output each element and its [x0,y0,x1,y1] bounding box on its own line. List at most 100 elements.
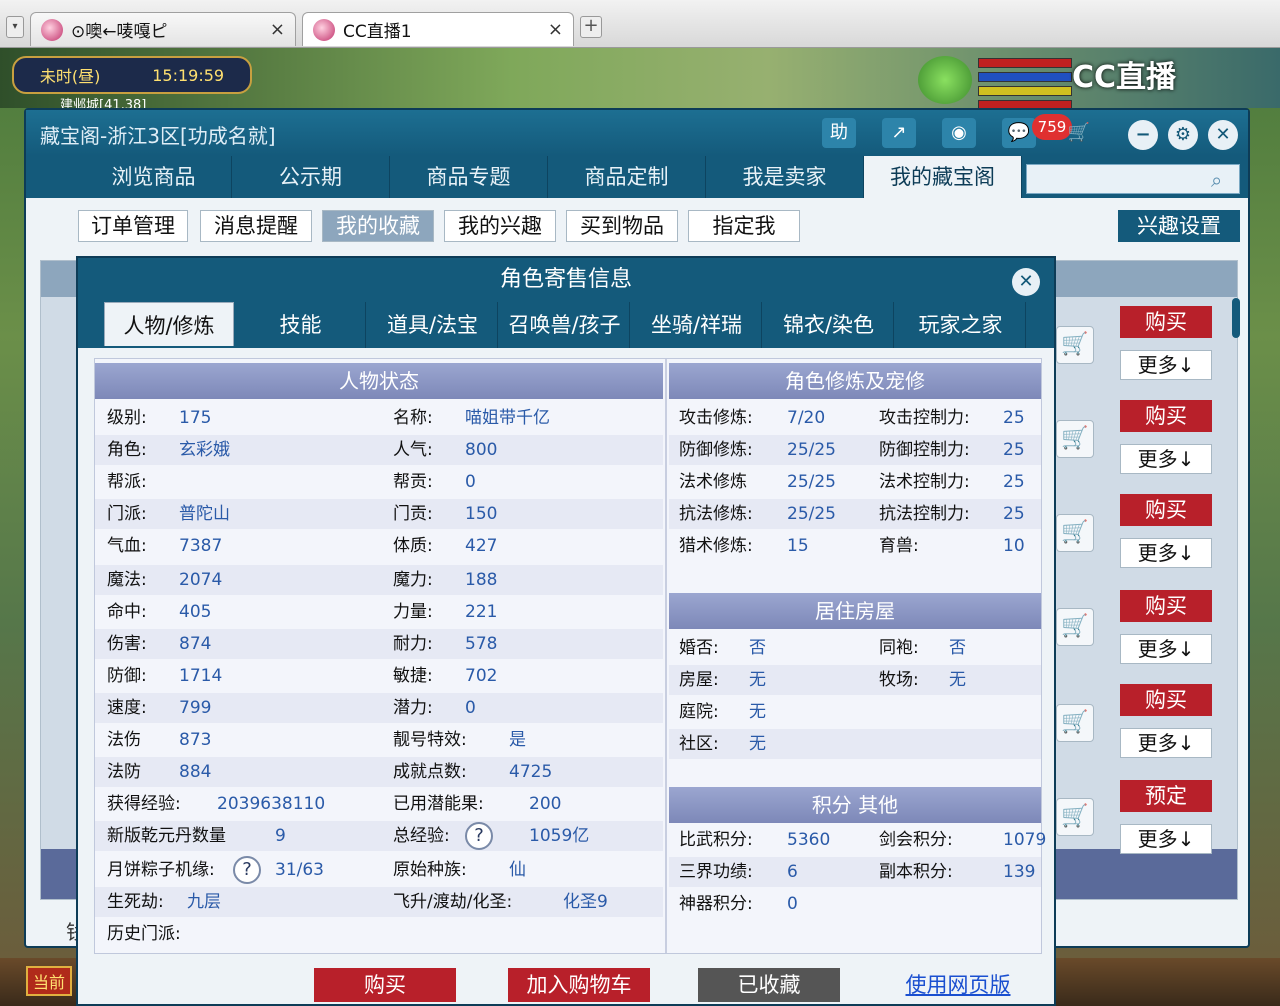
subnav-orders[interactable]: 订单管理 [78,210,188,242]
cc-live-logo: CC直播 [1072,60,1177,95]
field-value: 无 [949,670,966,690]
subnav-favorites[interactable]: 我的收藏 [322,210,434,242]
subnav-messages[interactable]: 消息提醒 [200,210,312,242]
field-value: 188 [465,570,498,590]
cultivation-row: 猎术修炼: 15 育兽: 10 [669,531,1041,561]
field-label: 原始种族: [393,860,467,880]
field-value: 25 [1003,472,1025,492]
interest-settings-button[interactable]: 兴趣设置 [1118,210,1240,242]
field-value: 无 [749,734,766,754]
field-label: 剑会积分: [879,830,953,850]
field-label: 帮贡: [393,472,433,492]
cultivation-row: 防御修炼: 25/25 防御控制力: 25 [669,435,1041,465]
tab-close-icon[interactable]: × [548,19,563,40]
tab-character[interactable]: 人物/修炼 [104,302,234,346]
more-button[interactable]: 更多↓ [1120,728,1212,758]
field-label: 潜力: [393,698,433,718]
minimize-icon[interactable]: − [1128,120,1158,150]
nav-topics[interactable]: 商品专题 [390,156,548,198]
browser-tab-2[interactable]: CC直播1 × [302,12,574,46]
field-value: 4725 [509,762,553,782]
nav-custom[interactable]: 商品定制 [548,156,706,198]
cart-icon[interactable]: 🛒 [1062,118,1096,148]
field-value: 15 [787,536,809,556]
tab-close-icon[interactable]: × [270,19,285,40]
tab-pets[interactable]: 召唤兽/孩子 [500,302,630,348]
browser-tab-1[interactable]: ⊙噢←唛嘎ピ × [30,12,296,46]
add-cart-icon[interactable]: 🛒 [1056,514,1094,552]
help-question-icon[interactable]: ? [233,856,261,884]
more-button[interactable]: 更多↓ [1120,538,1212,568]
status-row: 门贡: 150 [383,499,663,529]
buy-button[interactable]: 购买 [1120,684,1212,716]
buy-button[interactable]: 购买 [1120,494,1212,526]
cultivation-row: 攻击修炼: 7/20 攻击控制力: 25 [669,403,1041,433]
field-label: 魔力: [393,570,433,590]
buy-button[interactable]: 购买 [1120,400,1212,432]
add-to-cart-button[interactable]: 加入购物车 [508,968,650,1002]
tab-items[interactable]: 道具/法宝 [368,302,498,348]
popup-close-icon[interactable]: ✕ [1012,268,1040,296]
role-info-popup: 角色寄售信息 ✕ 人物/修炼 技能 道具/法宝 召唤兽/孩子 坐骑/祥瑞 锦衣/… [76,256,1056,1006]
field-value: 1714 [179,666,223,686]
field-label: 敏捷: [393,666,433,686]
field-value: 无 [749,702,766,722]
subnav-interests[interactable]: 我的兴趣 [444,210,556,242]
tab-outfits[interactable]: 锦衣/染色 [764,302,894,348]
settings-gear-icon[interactable]: ⚙ [1168,120,1198,150]
buy-button[interactable]: 购买 [1120,306,1212,338]
field-value: 喵姐带千亿 [465,408,550,428]
buy-button[interactable]: 购买 [1120,590,1212,622]
tab-mounts[interactable]: 坐骑/祥瑞 [632,302,762,348]
nav-seller[interactable]: 我是卖家 [706,156,864,198]
help-question-icon[interactable]: ? [465,822,493,850]
field-label: 生死劫: [107,892,164,912]
list-scrollbar[interactable] [1232,298,1240,338]
more-button[interactable]: 更多↓ [1120,350,1212,380]
nav-browse[interactable]: 浏览商品 [76,156,232,198]
more-button[interactable]: 更多↓ [1120,824,1212,854]
field-value: 139 [1003,862,1036,882]
more-button[interactable]: 更多↓ [1120,634,1212,664]
buy-button[interactable]: 购买 [314,968,456,1002]
search-icon[interactable]: ⌕ [1211,168,1233,192]
subnav-designated[interactable]: 指定我 [688,210,800,242]
field-label: 门贡: [393,504,433,524]
search-input[interactable]: ⌕ [1026,164,1240,194]
collected-button[interactable]: 已收藏 [698,968,840,1002]
field-value: 175 [179,408,212,428]
field-value: 0 [787,894,798,914]
add-cart-icon[interactable]: 🛒 [1056,704,1094,742]
chat-icon[interactable]: 💬 [1002,118,1036,148]
close-icon[interactable]: ✕ [1208,120,1238,150]
field-value: 5360 [787,830,831,850]
add-cart-icon[interactable]: 🛒 [1056,798,1094,836]
field-label: 育兽: [879,536,919,556]
add-cart-icon[interactable]: 🛒 [1056,326,1094,364]
add-cart-icon[interactable]: 🛒 [1056,608,1094,646]
subnav-bought[interactable]: 买到物品 [566,210,678,242]
house-row: 社区: 无 [669,729,1041,759]
nav-my-cbg[interactable]: 我的藏宝阁 [864,156,1022,198]
stop-icon[interactable]: ◉ [942,118,976,148]
new-tab-button[interactable]: + [580,16,602,38]
pet-avatar[interactable] [918,56,972,104]
tab-home[interactable]: 玩家之家 [896,302,1026,348]
nav-public[interactable]: 公示期 [232,156,390,198]
field-value: 25/25 [787,440,836,460]
reserve-button[interactable]: 预定 [1120,780,1212,812]
field-label: 级别: [107,408,147,428]
help-icon[interactable]: 助 [822,118,856,148]
status-row: 历史门派: [95,919,663,949]
field-label: 靓号特效: [393,730,467,750]
status-bars [978,58,1072,114]
tab-menu-button[interactable]: ▾ [6,16,24,38]
tab-skills[interactable]: 技能 [236,302,366,348]
field-label: 力量: [393,602,433,622]
current-channel-button[interactable]: 当前 [26,966,72,996]
more-button[interactable]: 更多↓ [1120,444,1212,474]
web-version-link[interactable]: 使用网页版 [898,968,1018,1002]
add-cart-icon[interactable]: 🛒 [1056,420,1094,458]
share-icon[interactable]: ↗ [882,118,916,148]
score-header: 积分 其他 [669,787,1041,823]
